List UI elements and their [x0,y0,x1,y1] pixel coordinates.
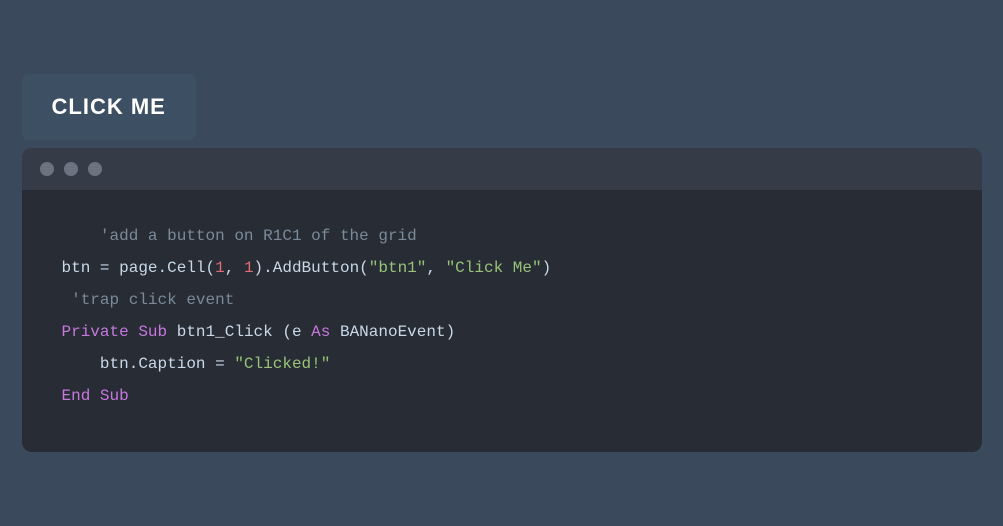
code-line-4: Private Sub btn1_Click (e As BANanoEvent… [62,316,942,348]
dot-1 [40,162,54,176]
dot-3 [88,162,102,176]
click-me-button[interactable]: CLICK ME [22,74,196,140]
code-line-5: btn.Caption = "Clicked!" [62,348,942,380]
code-body: 'add a button on R1C1 of the grid btn = … [22,190,982,452]
code-line-3: 'trap click event [62,284,942,316]
code-line-2: btn = page.Cell(1, 1).AddButton("btn1", … [62,252,942,284]
code-panel-header [22,148,982,190]
code-line-1: 'add a button on R1C1 of the grid [62,220,942,252]
code-panel: 'add a button on R1C1 of the grid btn = … [22,148,982,452]
dot-2 [64,162,78,176]
main-container: CLICK ME 'add a button on R1C1 of the gr… [22,74,982,452]
code-line-6: End Sub [62,380,942,412]
